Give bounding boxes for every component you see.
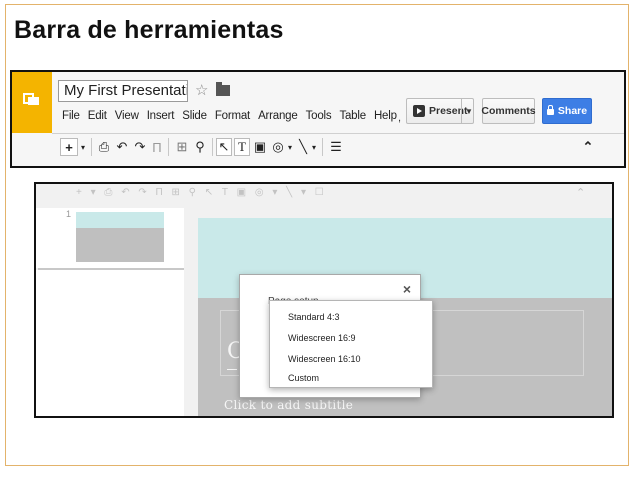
close-icon[interactable]: × [403, 281, 411, 297]
document-title-input[interactable]: My First Presentation [58, 80, 188, 102]
toolbar-separator [212, 138, 213, 156]
menu-extra: , [398, 112, 402, 124]
faded-toolbar: + ▾ ⎙ ↶ ↷ Π ⊞ ⚲ ↖ T ▣ ◎ ▾ ╲ ▾ ☐ [76, 187, 327, 198]
menu-format[interactable]: Format [215, 110, 250, 122]
toolbar-divider [52, 133, 624, 134]
zoom-fit-icon[interactable]: ⊞ [174, 138, 190, 156]
toolbar-screenshot: My First Presentation ☆ File Edit View I… [10, 70, 626, 168]
play-icon [413, 105, 425, 117]
comment-icon[interactable]: ☰ [328, 138, 344, 156]
slides-logo-icon [23, 90, 40, 107]
present-dropdown-icon[interactable]: ▼ [461, 98, 476, 124]
slide-title: Barra de herramientas [14, 16, 284, 44]
comments-button[interactable]: Comments [481, 98, 536, 124]
menu-arrange[interactable]: Arrange [258, 110, 298, 122]
line-icon[interactable]: ╲ [296, 138, 310, 156]
text-box-icon[interactable]: T [234, 138, 250, 156]
add-dropdown-icon[interactable]: ▾ [78, 138, 88, 156]
toolbar-separator [91, 138, 92, 156]
menu-file[interactable]: File [62, 110, 80, 122]
filmstrip-empty [36, 270, 184, 416]
star-icon[interactable]: ☆ [195, 81, 208, 99]
formatting-toolbar: + ▾ ⎙ ↶ ↷ Π ⊞ ⚲ ↖ T ▣ ◎ ▾ ╲ ▾ ☰ ⌃ [58, 136, 618, 158]
menu-slide[interactable]: Slide [182, 110, 207, 122]
undo-icon[interactable]: ↶ [114, 138, 130, 156]
editor-screenshot: + ▾ ⎙ ↶ ↷ Π ⊞ ⚲ ↖ T ▣ ◎ ▾ ╲ ▾ ☐ ⌃ 1 C Cl… [34, 182, 614, 418]
menu-table[interactable]: Table [339, 110, 366, 122]
slide-number: 1 [66, 209, 72, 219]
menu-insert[interactable]: Insert [147, 110, 175, 122]
collapse-icon[interactable]: ⌃ [580, 138, 596, 156]
option-standard-4-3[interactable]: Standard 4:3 [288, 312, 340, 322]
zoom-icon[interactable]: ⚲ [192, 138, 208, 156]
image-icon[interactable]: ▣ [252, 138, 268, 156]
option-custom[interactable]: Custom [288, 373, 319, 383]
share-button[interactable]: Share [542, 98, 592, 124]
shape-icon[interactable]: ◎ [270, 138, 286, 156]
paint-format-icon[interactable]: Π [150, 138, 164, 156]
subtitle-placeholder[interactable]: Click to add subtitle [224, 398, 353, 412]
folder-icon[interactable] [216, 82, 230, 96]
option-widescreen-16-9[interactable]: Widescreen 16:9 [288, 333, 356, 343]
menu-view[interactable]: View [115, 110, 139, 122]
menu-edit[interactable]: Edit [88, 110, 107, 122]
line-dropdown-icon[interactable]: ▾ [310, 138, 318, 156]
toolbar-separator [168, 138, 169, 156]
title-underline [227, 369, 237, 370]
menu-bar: File Edit View Insert Slide Format Arran… [62, 110, 405, 122]
slide-thumbnail[interactable] [76, 212, 164, 262]
menu-help[interactable]: Help [374, 110, 397, 122]
share-label: Share [557, 105, 588, 117]
collapse-icon[interactable]: ⌃ [576, 186, 585, 199]
add-icon[interactable]: + [60, 138, 78, 156]
page-size-menu: Standard 4:3 Widescreen 16:9 Widescreen … [269, 300, 433, 388]
shape-dropdown-icon[interactable]: ▾ [286, 138, 294, 156]
print-icon[interactable]: ⎙ [96, 138, 112, 156]
menu-tools[interactable]: Tools [306, 110, 332, 122]
toolbar-separator [322, 138, 323, 156]
slides-logo[interactable] [12, 72, 52, 133]
option-widescreen-16-10[interactable]: Widescreen 16:10 [288, 354, 361, 364]
lock-icon [546, 105, 554, 115]
redo-icon[interactable]: ↷ [132, 138, 148, 156]
select-icon[interactable]: ↖ [216, 138, 232, 156]
